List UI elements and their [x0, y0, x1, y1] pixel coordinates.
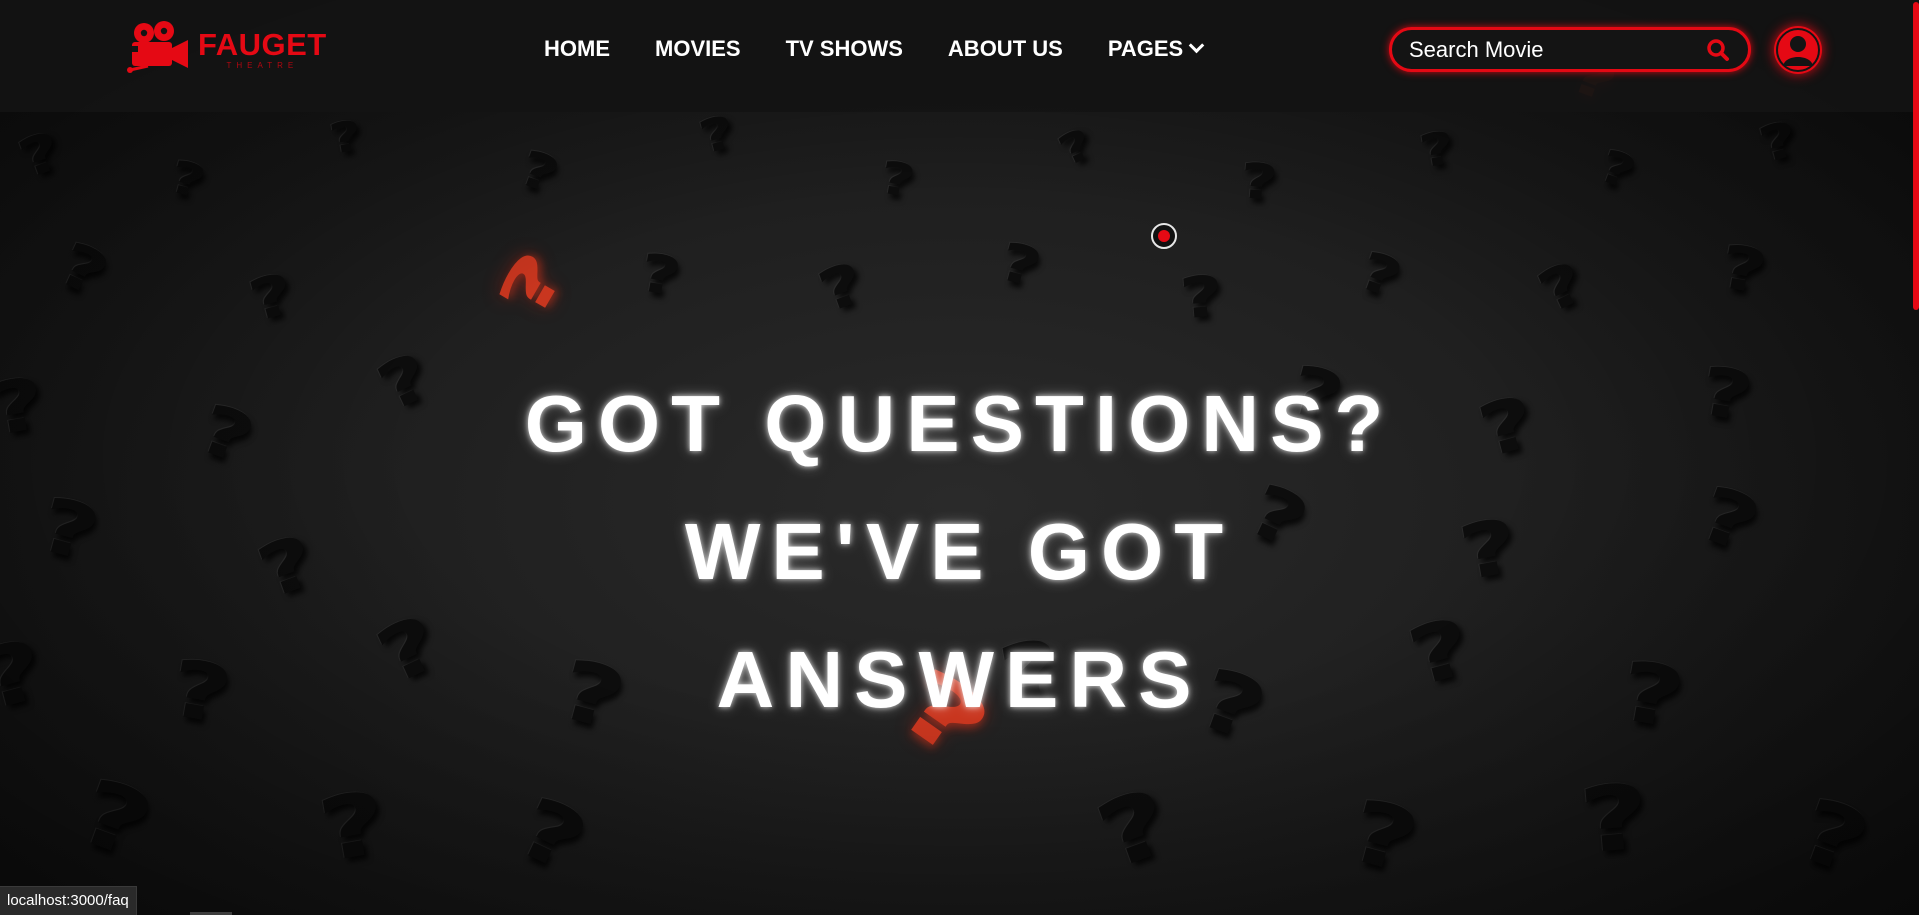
- nav-item-home[interactable]: HOME: [544, 36, 610, 62]
- red-question-mark-decoration: ?: [482, 238, 582, 332]
- nav-item-label: PAGES: [1107, 36, 1184, 61]
- question-mark-decoration: ?: [163, 150, 212, 210]
- nav-item-pages-dropdown[interactable]: PAGES: [1107, 36, 1205, 62]
- nav-item-tv-shows[interactable]: TV SHOWS: [786, 36, 903, 62]
- question-mark-decoration: ?: [1784, 778, 1883, 896]
- nav-item-movies[interactable]: MOVIES: [655, 36, 741, 62]
- faq-hero: GOT QUESTIONS? WE'VE GOT ANSWERS: [0, 360, 1919, 744]
- question-mark-decoration: ?: [1177, 262, 1227, 332]
- nav-item-label: HOME: [544, 36, 610, 61]
- question-mark-decoration: ?: [1753, 110, 1805, 175]
- question-mark-decoration: ?: [311, 771, 395, 883]
- question-mark-decoration: ?: [1714, 231, 1773, 309]
- browser-status-url: localhost:3000/faq: [0, 886, 137, 915]
- question-mark-decoration: ?: [326, 110, 366, 164]
- nav-item-label: MOVIES: [655, 36, 741, 61]
- question-mark-decoration: ?: [634, 241, 686, 309]
- question-mark-decoration: ?: [502, 778, 602, 892]
- nav-item-label: TV SHOWS: [785, 36, 903, 61]
- scrollbar-thumb[interactable]: [1913, 2, 1919, 310]
- hero-line-3: ANSWERS: [716, 635, 1203, 724]
- search-bar: [1389, 27, 1751, 72]
- nav-item-about-us[interactable]: ABOUT US: [948, 36, 1063, 62]
- question-mark-decoration: ?: [1350, 239, 1410, 311]
- question-mark-decoration: ?: [10, 119, 70, 191]
- custom-cursor: [1151, 223, 1177, 249]
- brand-name: FAUGET: [198, 26, 327, 62]
- question-mark-decoration: ?: [1051, 118, 1101, 176]
- search-input[interactable]: [1392, 35, 1701, 64]
- site-header: FAUGET THEATRE HOME MOVIES TV SHOWS ABOU…: [0, 0, 1919, 112]
- brand-subtitle: THEATRE: [226, 60, 299, 70]
- question-mark-decoration: ?: [1592, 139, 1643, 201]
- question-mark-decoration: ?: [992, 230, 1048, 300]
- question-mark-decoration: ?: [875, 151, 920, 209]
- brand-text: FAUGET THEATRE: [198, 29, 327, 70]
- user-avatar-button[interactable]: [1774, 26, 1822, 74]
- user-avatar-icon: [1776, 28, 1820, 72]
- main-nav: HOME MOVIES TV SHOWS ABOUT US PAGES: [544, 36, 1205, 62]
- faq-page: ????????????????????????????????????????…: [0, 0, 1919, 915]
- hero-line-1: GOT QUESTIONS?: [524, 379, 1395, 468]
- question-mark-decoration: ?: [1415, 121, 1460, 179]
- question-mark-decoration: ?: [1527, 248, 1596, 327]
- question-mark-decoration: ?: [242, 259, 302, 335]
- question-mark-decoration: ?: [1338, 779, 1429, 895]
- brand-logo[interactable]: FAUGET THEATRE: [126, 20, 332, 78]
- page-scrollbar[interactable]: [1913, 0, 1919, 915]
- chevron-down-icon: [1188, 37, 1205, 53]
- question-mark-decoration: ?: [47, 228, 120, 312]
- question-mark-decoration: ?: [1575, 764, 1654, 875]
- search-icon[interactable]: [1705, 37, 1731, 63]
- hero-line-2: WE'VE GOT: [684, 507, 1235, 596]
- question-mark-decoration: ?: [1084, 768, 1186, 891]
- question-mark-decoration: ?: [1237, 152, 1281, 213]
- question-mark-decoration: ?: [64, 758, 166, 881]
- nav-item-label: ABOUT US: [947, 36, 1063, 61]
- question-mark-decoration: ?: [511, 139, 567, 206]
- film-camera-icon: [127, 21, 188, 73]
- question-mark-decoration: ?: [809, 248, 874, 326]
- question-mark-decoration: ?: [693, 105, 742, 165]
